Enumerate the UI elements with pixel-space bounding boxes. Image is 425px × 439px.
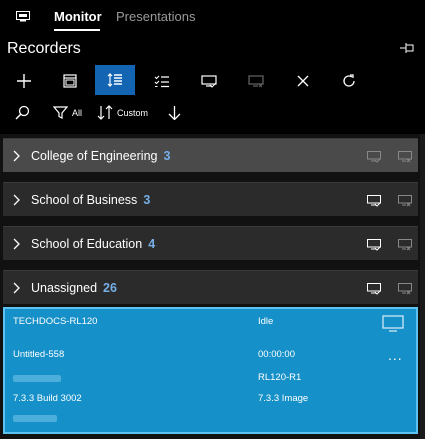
filter-button[interactable]: All (53, 105, 82, 120)
more-options-button[interactable]: ... (388, 347, 403, 363)
monitor-x-icon[interactable] (398, 151, 412, 163)
search-icon (15, 105, 30, 120)
start-monitor-button[interactable] (189, 66, 229, 96)
group-college-of-engineering[interactable]: College of Engineering 3 (3, 138, 418, 172)
monitor-x-icon[interactable] (398, 283, 412, 295)
arrow-down-icon (168, 106, 181, 120)
monitor-x-icon[interactable] (398, 239, 412, 251)
group-school-of-education[interactable]: School of Education 4 (3, 226, 418, 260)
scrollbar[interactable] (420, 134, 425, 439)
close-icon (297, 75, 309, 87)
list-sort-icon (107, 73, 122, 87)
chevron-right-icon (13, 282, 20, 294)
firmware-version: 7.3.3 Build 3002 (13, 393, 82, 404)
recorder-status: Idle (258, 316, 274, 327)
pin-icon[interactable] (400, 43, 414, 53)
close-button[interactable] (283, 66, 323, 96)
sort-button[interactable]: Custom (97, 105, 148, 120)
image-version: 7.3.3 Image (258, 393, 309, 404)
group-unassigned[interactable]: Unassigned 26 (3, 270, 418, 304)
group-label: Unassigned 26 (31, 281, 117, 295)
recorder-card[interactable]: TECHDOCS-RL120 Idle Untitled-558 00:00:0… (3, 307, 418, 434)
filter-icon (53, 106, 68, 119)
tab-monitor[interactable]: Monitor (54, 9, 102, 24)
monitor-icon[interactable] (382, 315, 404, 333)
group-count: 4 (148, 237, 156, 251)
page-title: Recorders (7, 40, 81, 57)
group-label: School of Business 3 (31, 193, 151, 207)
recorder-model: RL120-R1 (258, 372, 302, 383)
refresh-button[interactable] (329, 66, 369, 96)
recorder-name: TECHDOCS-RL120 (13, 316, 98, 327)
tab-monitor-underline (54, 29, 100, 31)
chevron-right-icon (13, 238, 20, 250)
search-button[interactable] (15, 105, 30, 120)
filter-label: All (72, 107, 83, 118)
list-view-button[interactable] (95, 65, 135, 95)
monitor-x-icon (248, 74, 264, 87)
refresh-icon (343, 74, 355, 87)
plus-icon (17, 74, 31, 88)
redacted-serial (13, 415, 57, 422)
sort-icon (97, 105, 113, 120)
top-tab-bar: Monitor Presentations (0, 0, 425, 34)
monitor-check-icon[interactable] (367, 283, 381, 295)
stop-monitor-button[interactable] (236, 66, 276, 96)
group-count: 3 (143, 193, 151, 207)
window-icon (63, 74, 77, 88)
session-duration: 00:00:00 (258, 349, 295, 360)
group-count: 3 (163, 149, 171, 163)
chevron-right-icon (13, 150, 20, 162)
checklist-icon (154, 75, 169, 88)
monitor-app-icon (16, 11, 30, 22)
session-name: Untitled-558 (13, 349, 65, 360)
checklist-button[interactable] (142, 66, 182, 96)
monitor-check-icon (201, 74, 217, 88)
sort-label: Custom (117, 107, 149, 118)
monitor-check-icon[interactable] (367, 239, 381, 251)
group-count: 26 (103, 281, 117, 295)
group-label: School of Education 4 (31, 237, 156, 251)
redacted-ip (13, 375, 61, 382)
add-button[interactable] (4, 66, 44, 96)
sort-direction-button[interactable] (168, 105, 181, 120)
monitor-x-icon[interactable] (398, 195, 412, 207)
monitor-check-icon[interactable] (367, 195, 381, 207)
monitor-check-icon[interactable] (367, 151, 381, 163)
chevron-right-icon (13, 194, 20, 206)
tab-presentations[interactable]: Presentations (116, 9, 196, 24)
window-button[interactable] (50, 66, 90, 96)
group-label: College of Engineering 3 (31, 149, 171, 163)
group-school-of-business[interactable]: School of Business 3 (3, 182, 418, 216)
